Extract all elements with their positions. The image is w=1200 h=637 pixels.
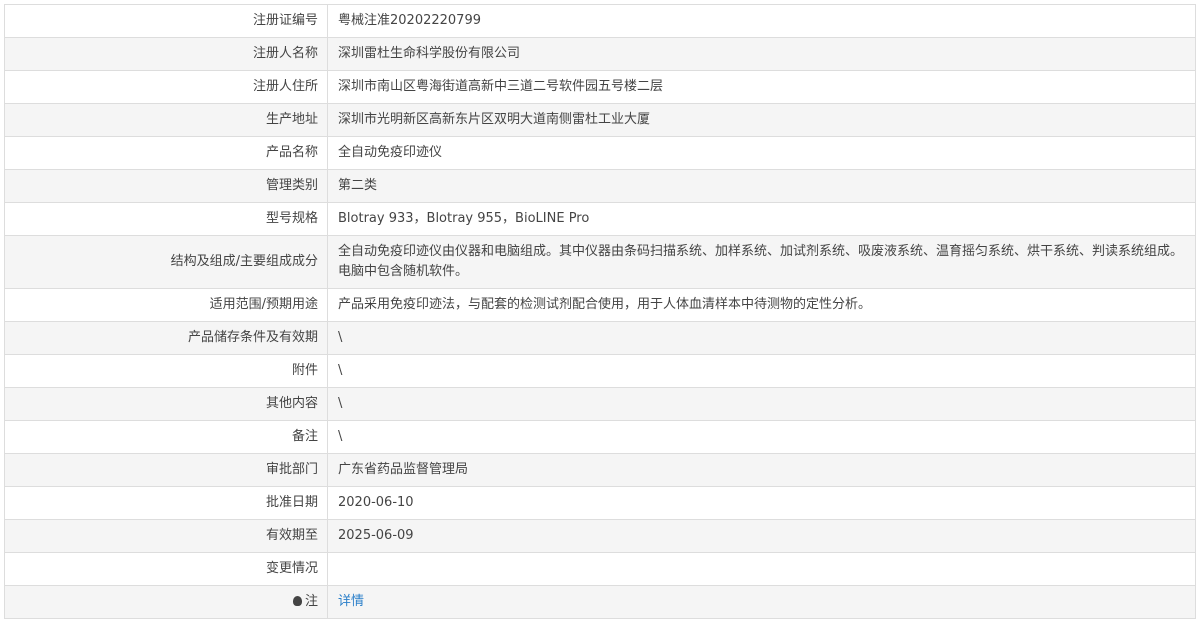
row-value: 产品采用免疫印迹法，与配套的检测试剂配合使用，用于人体血清样本中待测物的定性分析… — [327, 288, 1196, 322]
table-row: 备注 \ — [4, 420, 1196, 454]
table-row: 审批部门 广东省药品监督管理局 — [4, 453, 1196, 487]
details-link[interactable]: 详情 — [338, 594, 364, 609]
row-value: Blotray 933，Blotray 955，BioLINE Pro — [327, 202, 1196, 236]
row-label: 生产地址 — [4, 103, 328, 137]
row-label: 备注 — [4, 420, 328, 454]
table-row: 产品储存条件及有效期 \ — [4, 321, 1196, 355]
row-value: 深圳雷杜生命科学股份有限公司 — [327, 37, 1196, 71]
note-row: 注 详情 — [4, 585, 1196, 619]
row-value: 2025-06-09 — [327, 519, 1196, 553]
row-value: 2020-06-10 — [327, 486, 1196, 520]
table-row: 变更情况 — [4, 552, 1196, 586]
row-value: 第二类 — [327, 169, 1196, 203]
row-value: \ — [327, 321, 1196, 355]
row-label: 其他内容 — [4, 387, 328, 421]
row-label: 注册证编号 — [4, 4, 328, 38]
table-row: 有效期至 2025-06-09 — [4, 519, 1196, 553]
note-label-cell: 注 — [4, 585, 328, 619]
table-row: 产品名称 全自动免疫印迹仪 — [4, 136, 1196, 170]
table-row: 适用范围/预期用途 产品采用免疫印迹法，与配套的检测试剂配合使用，用于人体血清样本… — [4, 288, 1196, 322]
row-label: 批准日期 — [4, 486, 328, 520]
row-label: 结构及组成/主要组成成分 — [4, 235, 328, 289]
table-row: 管理类别 第二类 — [4, 169, 1196, 203]
row-value: 深圳市光明新区高新东片区双明大道南侧雷杜工业大厦 — [327, 103, 1196, 137]
table-row: 生产地址 深圳市光明新区高新东片区双明大道南侧雷杜工业大厦 — [4, 103, 1196, 137]
row-label: 管理类别 — [4, 169, 328, 203]
row-label: 适用范围/预期用途 — [4, 288, 328, 322]
lightbulb-icon — [292, 596, 302, 606]
row-label: 审批部门 — [4, 453, 328, 487]
row-value: \ — [327, 420, 1196, 454]
row-value: 深圳市南山区粤海街道高新中三道二号软件园五号楼二层 — [327, 70, 1196, 104]
row-value — [327, 552, 1196, 586]
table-row: 注册人住所 深圳市南山区粤海街道高新中三道二号软件园五号楼二层 — [4, 70, 1196, 104]
row-label: 附件 — [4, 354, 328, 388]
row-value: 全自动免疫印迹仪 — [327, 136, 1196, 170]
row-value: 广东省药品监督管理局 — [327, 453, 1196, 487]
row-value: \ — [327, 387, 1196, 421]
row-value: \ — [327, 354, 1196, 388]
row-label: 产品名称 — [4, 136, 328, 170]
table-row: 结构及组成/主要组成成分 全自动免疫印迹仪由仪器和电脑组成。其中仪器由条码扫描系统… — [4, 235, 1196, 289]
table-row: 注册人名称 深圳雷杜生命科学股份有限公司 — [4, 37, 1196, 71]
row-label: 产品储存条件及有效期 — [4, 321, 328, 355]
table-row: 其他内容 \ — [4, 387, 1196, 421]
table-row: 批准日期 2020-06-10 — [4, 486, 1196, 520]
registration-detail: 注册证编号 粤械注准20202220799 注册人名称 深圳雷杜生命科学股份有限公司… — [4, 4, 1196, 619]
detail-table: 注册证编号 粤械注准20202220799 注册人名称 深圳雷杜生命科学股份有限公司… — [4, 4, 1196, 619]
row-label: 注册人名称 — [4, 37, 328, 71]
row-label: 型号规格 — [4, 202, 328, 236]
row-value: 粤械注准20202220799 — [327, 4, 1196, 38]
note-label: 注 — [304, 594, 318, 609]
table-row: 型号规格 Blotray 933，Blotray 955，BioLINE Pro — [4, 202, 1196, 236]
row-value: 全自动免疫印迹仪由仪器和电脑组成。其中仪器由条码扫描系统、加样系统、加试剂系统、… — [327, 235, 1196, 289]
row-label: 有效期至 — [4, 519, 328, 553]
table-row: 附件 \ — [4, 354, 1196, 388]
table-row: 注册证编号 粤械注准20202220799 — [4, 4, 1196, 38]
note-value-cell: 详情 — [327, 585, 1196, 619]
row-label: 变更情况 — [4, 552, 328, 586]
row-label: 注册人住所 — [4, 70, 328, 104]
